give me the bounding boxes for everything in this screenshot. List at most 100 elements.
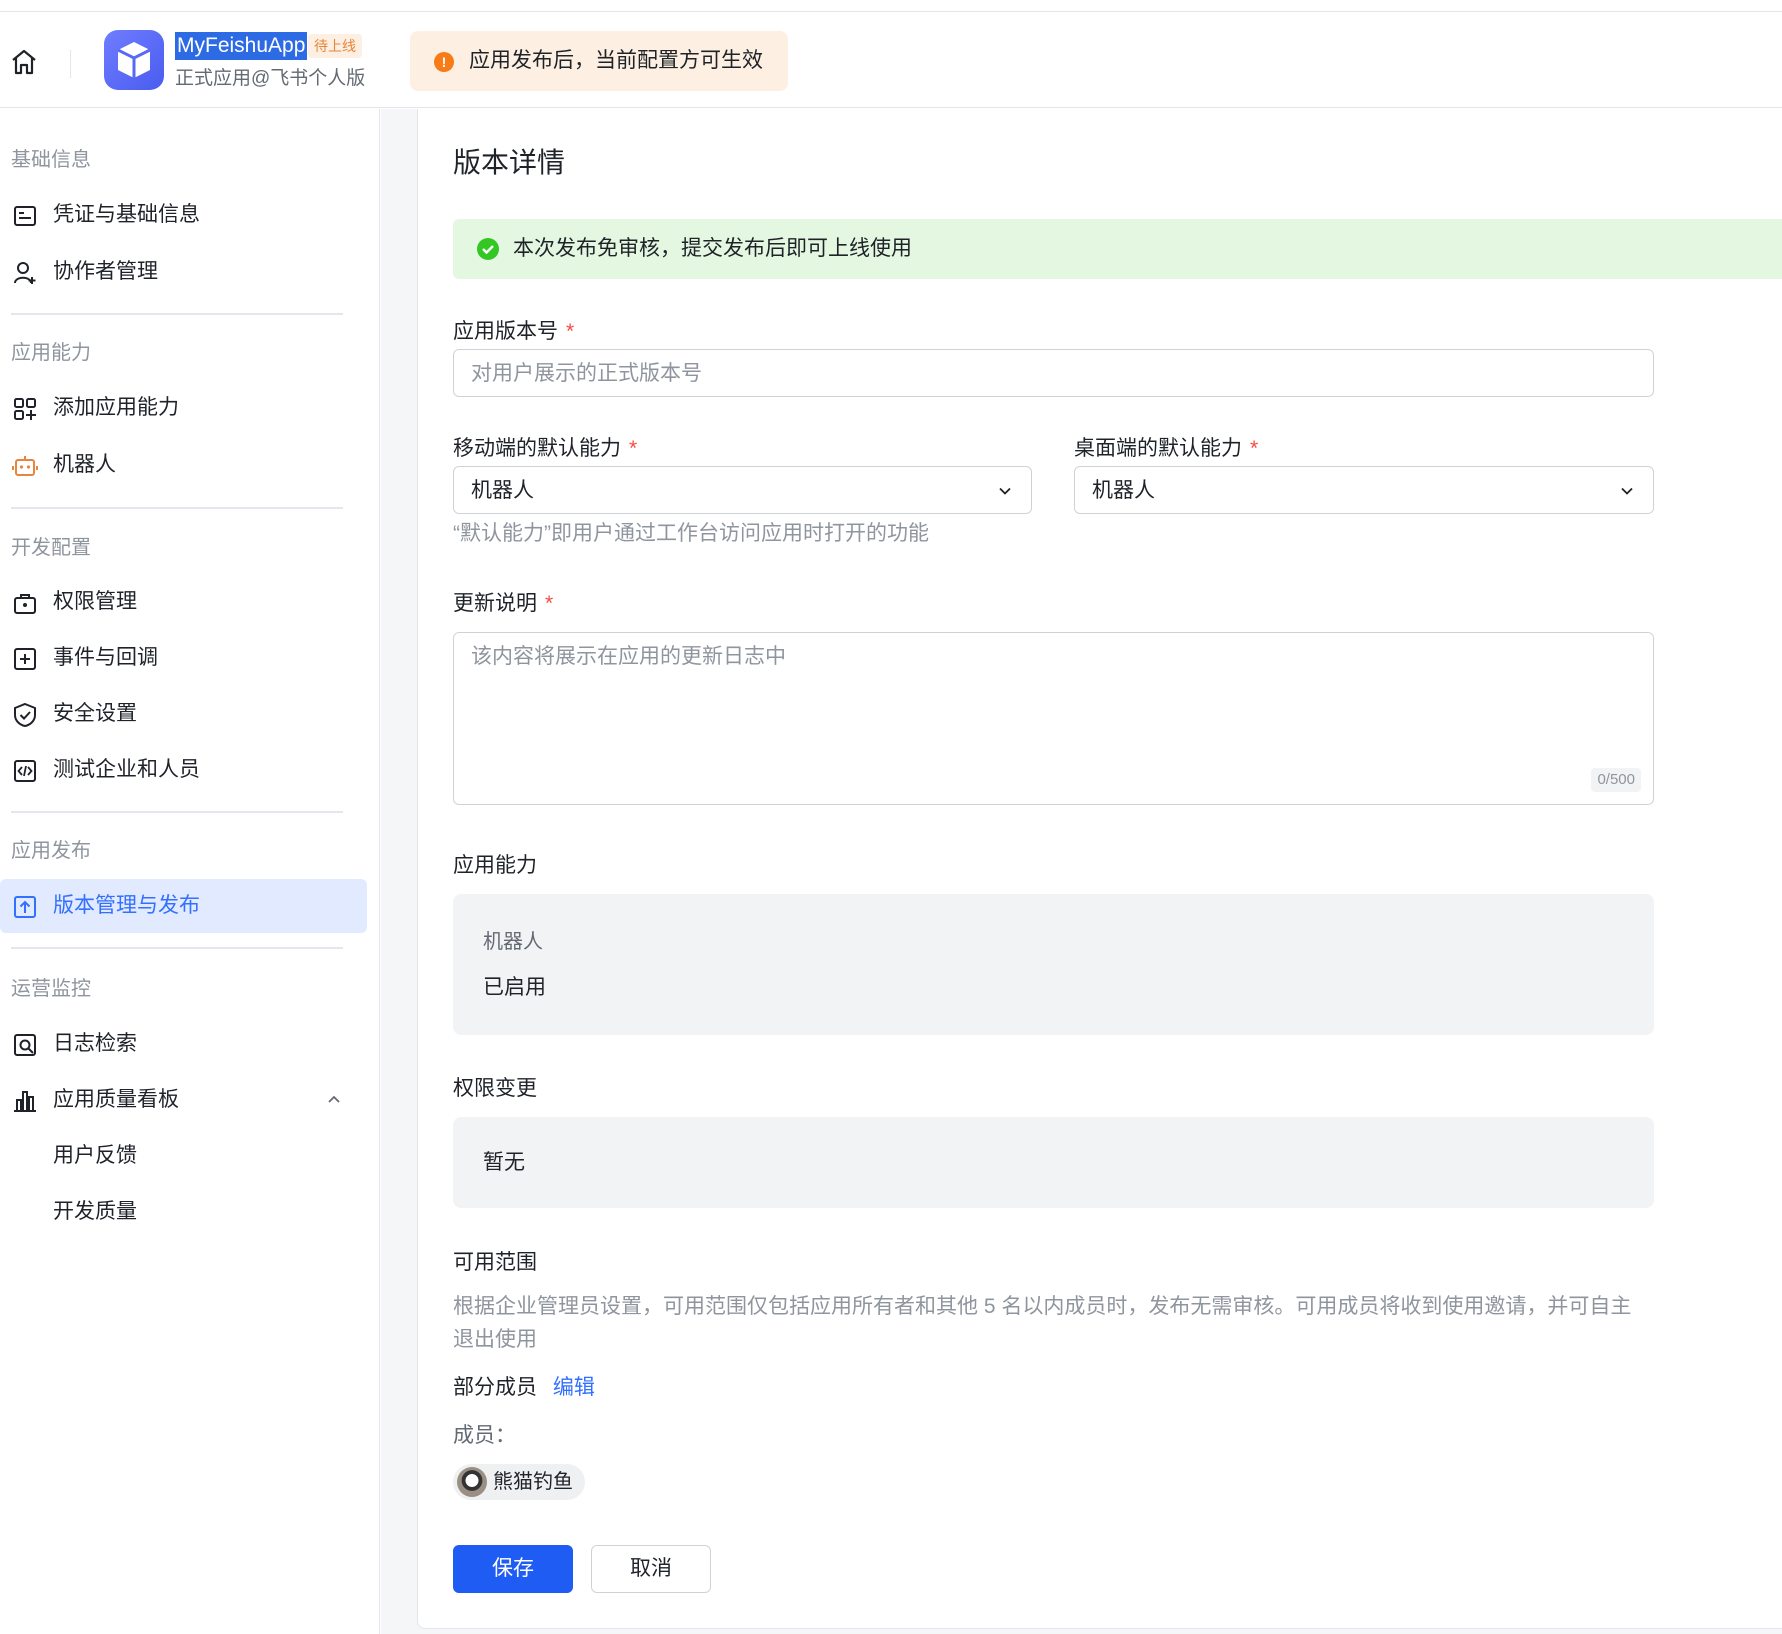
- sidebar-item-label: 机器人: [53, 453, 116, 476]
- permission-changes-value: 暂无: [483, 1151, 525, 1174]
- window-top-edge: [0, 0, 1782, 12]
- scope-partial-members: 部分成员: [453, 1376, 537, 1399]
- success-notice: 本次发布免审核，提交发布后即可上线使用: [453, 219, 1782, 279]
- sidebar: 基础信息 凭证与基础信息 协作者管理 应用能力 添加应用能力 机器人 开发配置 …: [0, 109, 380, 1634]
- chevron-down-icon: [999, 487, 1011, 495]
- sidebar-group-title: 开发配置: [11, 537, 91, 559]
- sidebar-item-label: 安全设置: [53, 702, 137, 725]
- permission-changes-box: 暂无: [453, 1117, 1654, 1208]
- sidebar-item-label: 版本管理与发布: [53, 894, 200, 917]
- sidebar-item-label: 凭证与基础信息: [53, 203, 200, 226]
- sidebar-item-test-tenants[interactable]: 测试企业和人员: [0, 743, 367, 797]
- sidebar-item-label: 测试企业和人员: [53, 758, 200, 781]
- app-status-badge: 待上线: [308, 34, 362, 58]
- code-icon: [14, 760, 36, 782]
- sidebar-item-label: 用户反馈: [53, 1144, 137, 1167]
- sidebar-item-label: 应用质量看板: [53, 1088, 179, 1111]
- sidebar-item-label: 日志检索: [53, 1032, 137, 1055]
- sidebar-item-quality-board[interactable]: 应用质量看板: [0, 1073, 367, 1127]
- sidebar-item-user-feedback[interactable]: 用户反馈: [0, 1129, 367, 1183]
- sidebar-item-add-capability[interactable]: 添加应用能力: [0, 381, 367, 435]
- user-add-icon: [14, 262, 36, 284]
- mobile-default-value: 机器人: [471, 479, 534, 502]
- desktop-default-value: 机器人: [1092, 479, 1155, 502]
- sidebar-item-label: 协作者管理: [53, 260, 158, 283]
- sidebar-item-events[interactable]: 事件与回调: [0, 631, 367, 685]
- release-notes-placeholder: 该内容将展示在应用的更新日志中: [471, 645, 786, 668]
- members-label: 成员：: [453, 1424, 516, 1447]
- app-subtitle: 正式应用@飞书个人版: [175, 68, 366, 89]
- sidebar-item-credentials[interactable]: 凭证与基础信息: [0, 188, 367, 242]
- capabilities-label: 应用能力: [453, 854, 537, 877]
- required-mark: *: [545, 592, 554, 615]
- chevron-up-icon[interactable]: [326, 1091, 342, 1107]
- version-label: 应用版本号 *: [453, 320, 575, 343]
- upload-icon: [14, 896, 36, 918]
- sidebar-divider: [11, 313, 343, 315]
- app-name: MyFeishuApp: [175, 32, 308, 60]
- sidebar-group-title: 应用能力: [11, 342, 91, 364]
- publish-notice-text: 应用发布后，当前配置方可生效: [469, 49, 763, 72]
- desktop-default-select[interactable]: 机器人: [1074, 466, 1654, 514]
- credential-icon: [14, 206, 36, 226]
- save-button[interactable]: 保存: [453, 1545, 573, 1593]
- cancel-button[interactable]: 取消: [591, 1545, 711, 1593]
- sidebar-item-collaborators[interactable]: 协作者管理: [0, 245, 367, 299]
- header-separator: [70, 50, 71, 78]
- log-search-icon: [14, 1034, 36, 1056]
- release-notes-label: 更新说明 *: [453, 592, 554, 615]
- home-icon[interactable]: [8, 46, 40, 78]
- version-input-placeholder: 对用户展示的正式版本号: [471, 362, 702, 385]
- scope-description-line1: 根据企业管理员设置，可用范围仅包括应用所有者和其他 5 名以内成员时，发布无需审…: [453, 1295, 1632, 1318]
- shield-icon: [14, 702, 36, 728]
- check-circle-icon: [477, 238, 499, 260]
- release-notes-textarea[interactable]: 该内容将展示在应用的更新日志中 0/500: [453, 632, 1654, 805]
- member-name: 熊猫钓鱼: [493, 1471, 573, 1493]
- default-capability-hint: “默认能力”即用户通过工作台访问应用时打开的功能: [453, 522, 929, 545]
- scope-description-line2: 退出使用: [453, 1328, 537, 1351]
- page-title: 版本详情: [453, 147, 566, 178]
- app-header: MyFeishuApp 待上线 正式应用@飞书个人版 ! 应用发布后，当前配置方…: [0, 12, 1782, 108]
- sidebar-item-permissions[interactable]: 权限管理: [0, 575, 367, 629]
- sidebar-divider: [11, 947, 343, 949]
- required-mark: *: [1250, 437, 1259, 460]
- apps-add-icon: [14, 398, 36, 420]
- scope-edit-link[interactable]: 编辑: [553, 1376, 595, 1399]
- capability-name: 机器人: [483, 931, 543, 953]
- sidebar-item-version-release[interactable]: 版本管理与发布: [0, 879, 367, 933]
- permission-changes-label: 权限变更: [453, 1077, 537, 1100]
- sidebar-item-label: 开发质量: [53, 1200, 137, 1223]
- capability-status: 已启用: [483, 976, 546, 999]
- sidebar-item-dev-quality[interactable]: 开发质量: [0, 1185, 367, 1239]
- sidebar-item-log-search[interactable]: 日志检索: [0, 1017, 367, 1071]
- app-logo-icon: [104, 30, 164, 90]
- mobile-default-select[interactable]: 机器人: [453, 466, 1032, 514]
- warning-icon: !: [434, 52, 454, 72]
- sidebar-item-label: 权限管理: [53, 590, 137, 613]
- required-mark: *: [629, 437, 638, 460]
- version-input[interactable]: 对用户展示的正式版本号: [453, 349, 1654, 397]
- version-detail-card: [417, 109, 1782, 1629]
- sidebar-item-security[interactable]: 安全设置: [0, 687, 367, 741]
- desktop-default-label: 桌面端的默认能力 *: [1074, 437, 1259, 460]
- sidebar-divider: [11, 811, 343, 813]
- publish-notice: ! 应用发布后，当前配置方可生效: [410, 31, 788, 91]
- char-counter: 0/500: [1591, 768, 1641, 792]
- scope-selection: 部分成员 编辑: [453, 1374, 595, 1402]
- sidebar-group-title: 基础信息: [11, 149, 91, 171]
- mobile-default-label: 移动端的默认能力 *: [453, 437, 638, 460]
- sidebar-item-label: 添加应用能力: [53, 396, 179, 419]
- robot-icon: [12, 456, 38, 476]
- sidebar-group-title: 运营监控: [11, 978, 91, 1000]
- capabilities-box: 机器人 已启用: [453, 894, 1654, 1035]
- sidebar-item-label: 事件与回调: [53, 646, 158, 669]
- member-chip[interactable]: 熊猫钓鱼: [453, 1464, 585, 1500]
- sidebar-divider: [11, 507, 343, 509]
- success-notice-text: 本次发布免审核，提交发布后即可上线使用: [513, 237, 912, 260]
- scope-label: 可用范围: [453, 1251, 537, 1274]
- bar-chart-icon: [14, 1091, 36, 1112]
- chevron-down-icon: [1621, 487, 1633, 495]
- required-mark: *: [566, 320, 575, 343]
- sidebar-item-robot[interactable]: 机器人: [0, 438, 367, 492]
- permission-icon: [14, 594, 36, 614]
